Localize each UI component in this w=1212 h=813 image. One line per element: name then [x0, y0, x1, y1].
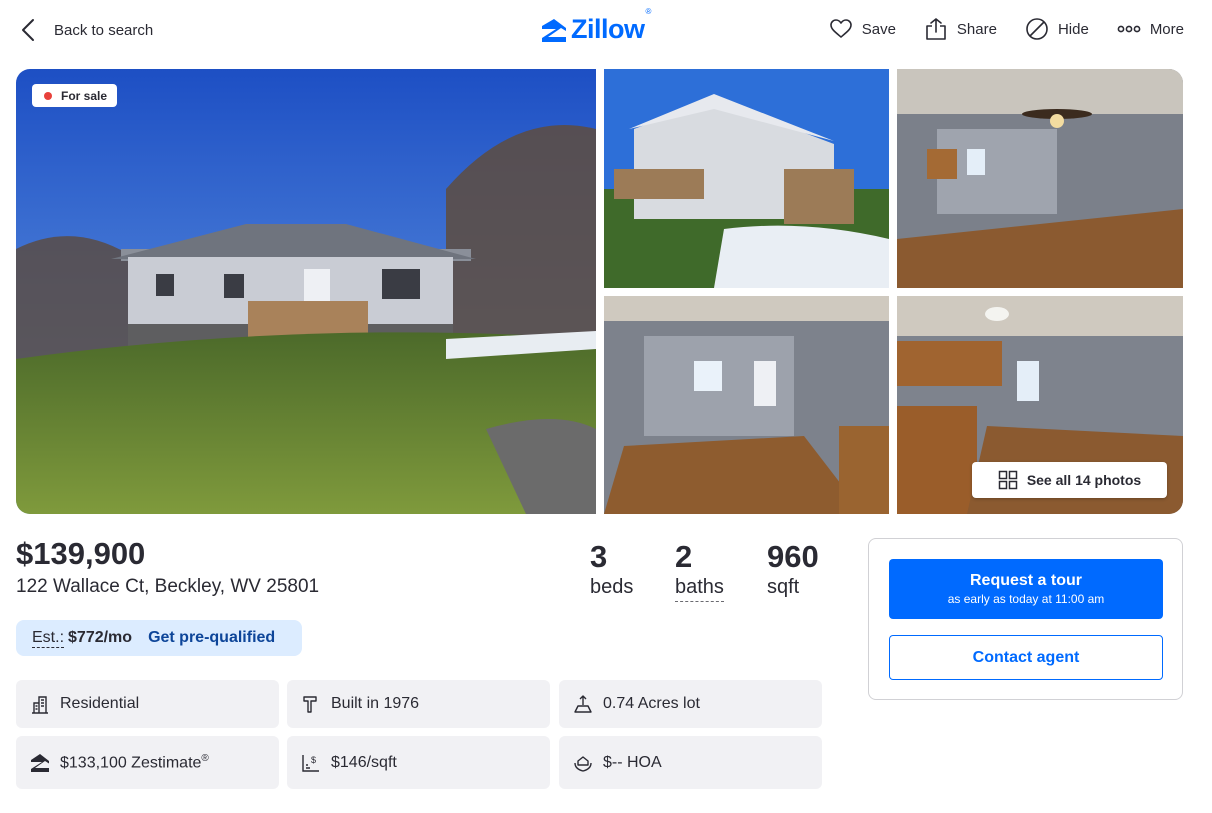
- zillow-house-icon: [542, 18, 566, 42]
- status-dot-icon: [44, 91, 52, 100]
- contact-card: Request a tour as early as today at 11:0…: [868, 538, 1183, 700]
- save-button[interactable]: Save: [829, 17, 896, 41]
- share-label: Share: [956, 20, 997, 38]
- lot-icon: [574, 695, 592, 713]
- building-icon: [32, 696, 48, 714]
- top-nav: Back to search Zillow® Save Share Hide M…: [0, 0, 1212, 60]
- sqft-stat: 960 sqft: [767, 539, 847, 602]
- see-all-label: See all 14 photos: [1026, 472, 1142, 488]
- svg-text:$: $: [311, 755, 316, 765]
- see-all-photos-button[interactable]: See all 14 photos: [972, 462, 1167, 498]
- status-label: For sale: [61, 88, 108, 103]
- estimate-amount: $772/mo: [68, 629, 133, 646]
- estimate-label[interactable]: Est.:: [32, 629, 65, 648]
- photo-exterior-side[interactable]: [604, 69, 889, 288]
- baths-label[interactable]: baths: [675, 575, 724, 602]
- request-tour-button[interactable]: Request a tour as early as today at 11:0…: [889, 559, 1163, 619]
- baths-stat[interactable]: 2 baths: [675, 539, 767, 602]
- request-tour-label: Request a tour: [969, 572, 1082, 589]
- zillow-house-icon: [31, 753, 49, 772]
- fact-price-per-sqft: $ $146/sqft: [287, 736, 550, 789]
- heart-icon: [829, 19, 852, 38]
- hide-label: Hide: [1057, 20, 1089, 38]
- hide-icon: [1026, 18, 1048, 40]
- logo-wordmark: Zillow®: [571, 7, 651, 44]
- back-to-search-link[interactable]: Back to search: [18, 17, 153, 43]
- listing-actions: Save Share Hide More: [829, 17, 1184, 41]
- bed-bath-sqft: 3 beds 2 baths 960 sqft: [590, 539, 847, 602]
- photo-exterior-front[interactable]: For sale: [16, 69, 596, 514]
- listing-address: 122 Wallace Ct, Beckley, WV 25801: [16, 576, 320, 597]
- photo-interior-room[interactable]: [604, 296, 889, 514]
- get-prequalified-link[interactable]: Get pre-qualified: [148, 629, 275, 647]
- hoa-hands-icon: [574, 755, 592, 772]
- fact-year-built: Built in 1976: [287, 680, 550, 728]
- photo-gallery: For sale See all 14 photos: [16, 69, 1183, 514]
- more-icon: [1117, 25, 1141, 33]
- fact-hoa: $-- HOA: [559, 736, 822, 789]
- more-button[interactable]: More: [1117, 17, 1184, 41]
- fact-lot-size: 0.74 Acres lot: [559, 680, 822, 728]
- save-label: Save: [861, 20, 896, 38]
- beds-label: beds: [590, 576, 634, 598]
- zillow-logo[interactable]: Zillow®: [541, 7, 651, 45]
- year-built-text: Built in 1976: [331, 695, 420, 712]
- sqft-label: sqft: [767, 576, 800, 598]
- grid-icon: [998, 470, 1018, 490]
- hide-button[interactable]: Hide: [1025, 17, 1089, 41]
- lot-size-text: 0.74 Acres lot: [603, 695, 700, 712]
- sqft-value: 960: [767, 539, 819, 574]
- hoa-text: $-- HOA: [603, 753, 662, 771]
- beds-value: 3: [590, 539, 608, 574]
- hammer-icon: [303, 696, 317, 713]
- back-label: Back to search: [54, 21, 154, 39]
- zestimate-text: $133,100 Zestimate®: [60, 752, 209, 772]
- share-button[interactable]: Share: [924, 17, 997, 41]
- share-icon: [926, 18, 946, 40]
- chevron-left-icon: [22, 19, 34, 41]
- monthly-estimate: Est.: $772/mo Get pre-qualified: [16, 620, 302, 656]
- for-sale-badge: For sale: [32, 84, 118, 107]
- listing-price: $139,900: [16, 536, 146, 571]
- tour-availability-text: as early as today at 11:00 am: [947, 592, 1105, 606]
- price-sqft-icon: $: [302, 754, 319, 772]
- baths-value: 2: [675, 539, 693, 574]
- home-type-text: Residential: [60, 695, 140, 712]
- price-per-sqft-text: $146/sqft: [331, 753, 397, 771]
- contact-agent-button[interactable]: Contact agent: [889, 635, 1163, 680]
- fact-zestimate[interactable]: $133,100 Zestimate®: [16, 736, 279, 789]
- photo-living-room[interactable]: [897, 69, 1183, 288]
- fact-home-type: Residential: [16, 680, 279, 728]
- more-label: More: [1149, 20, 1184, 38]
- beds-stat: 3 beds: [590, 539, 675, 602]
